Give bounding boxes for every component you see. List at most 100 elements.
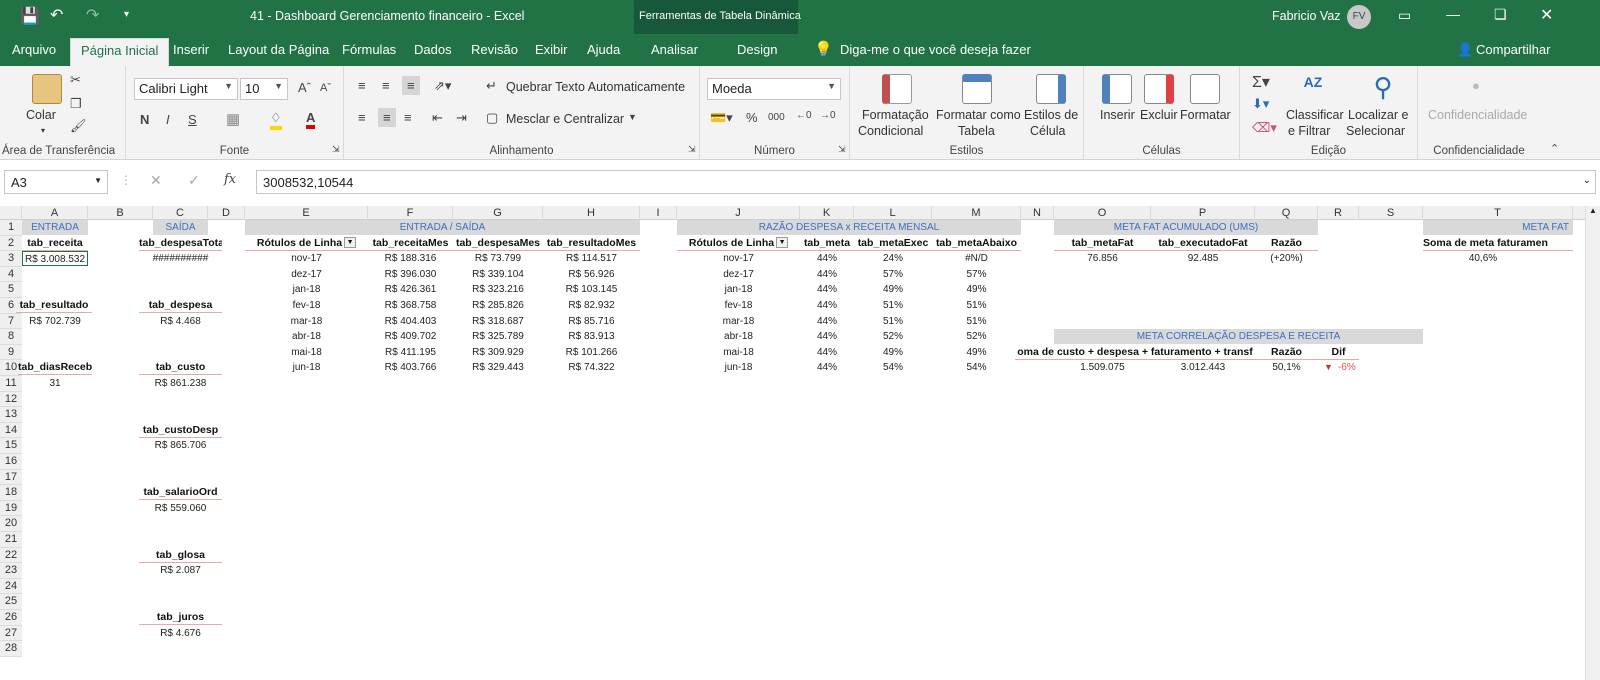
razao-cell[interactable]: 51% — [932, 298, 1021, 313]
es-cell[interactable]: R$ 74.322 — [543, 360, 640, 375]
enter-icon[interactable]: ✓ — [188, 172, 200, 189]
collapse-ribbon-icon[interactable]: ⌃ — [1550, 142, 1559, 155]
razao-cell[interactable]: 49% — [854, 282, 932, 297]
borders-icon[interactable]: ▦ — [226, 110, 240, 128]
tab-layout[interactable]: Layout da Página — [228, 42, 329, 57]
grow-font-icon[interactable]: Aˆ — [298, 80, 311, 95]
razao-cell[interactable]: #N/D — [932, 251, 1021, 266]
razao-cell[interactable]: 49% — [932, 282, 1021, 297]
razao-cell[interactable]: 51% — [854, 298, 932, 313]
razao-cell[interactable]: 44% — [800, 314, 854, 329]
es-cell[interactable]: R$ 403.766 — [368, 360, 453, 375]
conditional-format-icon[interactable] — [882, 74, 912, 104]
number-format-combo[interactable]: Moeda ▼ — [707, 78, 841, 100]
tell-me-search[interactable]: Diga-me o que você deseja fazer — [840, 42, 1031, 57]
vertical-scrollbar[interactable]: ▲ — [1585, 206, 1600, 680]
insert-cells-button[interactable]: Inserir — [1100, 108, 1135, 123]
cell-styles-line1[interactable]: Estilos de — [1024, 108, 1078, 123]
saida-value[interactable]: R$ 2.087 — [139, 563, 222, 578]
paste-button[interactable]: Colar — [26, 108, 56, 123]
bold-button[interactable]: N — [140, 112, 149, 127]
sort-filter-line1[interactable]: Classificar — [1286, 108, 1344, 123]
razao-cell[interactable]: abr-18 — [677, 329, 800, 344]
sort-filter-icon[interactable]: AZ — [1298, 74, 1328, 104]
tab-pagina-inicial[interactable]: Página Inicial — [70, 38, 170, 66]
font-name-combo[interactable]: Calibri Light ▼ — [134, 78, 238, 100]
merge-dropdown-icon[interactable]: ▼ — [628, 112, 637, 122]
metafat-value[interactable]: (+20%) — [1255, 251, 1318, 266]
undo-icon[interactable]: ↶ — [50, 5, 63, 25]
font-color-icon[interactable]: A — [306, 110, 316, 129]
find-select-line1[interactable]: Localizar e — [1348, 108, 1408, 123]
razao-cell[interactable]: 44% — [800, 345, 854, 360]
format-table-line1[interactable]: Formatar como — [936, 108, 1021, 123]
razao-cell[interactable]: mar-18 — [677, 314, 800, 329]
merge-center-button[interactable]: Mesclar e Centralizar — [506, 112, 624, 127]
minimize-icon[interactable]: — — [1446, 6, 1460, 22]
increase-indent-icon[interactable]: ⇥ — [456, 110, 467, 126]
avatar[interactable]: FV — [1347, 5, 1371, 29]
metafat2-value[interactable]: 40,6% — [1423, 251, 1543, 266]
razao-cell[interactable]: 44% — [800, 267, 854, 282]
saida-value[interactable]: R$ 559.060 — [139, 501, 222, 516]
conditional-format-line1[interactable]: Formatação — [862, 108, 929, 123]
cell-styles-icon[interactable] — [1036, 74, 1066, 104]
redo-icon[interactable]: ↷ — [86, 5, 99, 25]
razao-cell[interactable]: 54% — [854, 360, 932, 375]
decrease-indent-icon[interactable]: ⇤ — [432, 110, 443, 126]
es-cell[interactable]: R$ 309.929 — [453, 345, 543, 360]
es-cell[interactable]: R$ 325.789 — [453, 329, 543, 344]
expand-formula-icon[interactable]: ⌄ — [1583, 175, 1591, 186]
es-cell[interactable]: R$ 409.702 — [368, 329, 453, 344]
es-cell[interactable]: R$ 285.826 — [453, 298, 543, 313]
razao-cell[interactable]: fev-18 — [677, 298, 800, 313]
razao-cell[interactable]: nov-17 — [677, 251, 800, 266]
entrada-value[interactable]: R$ 3.008.532 — [22, 251, 88, 267]
filter-dropdown-icon[interactable]: ▼ — [344, 237, 357, 249]
format-table-icon[interactable] — [962, 74, 992, 104]
razao-cell[interactable]: mai-18 — [677, 345, 800, 360]
tab-design[interactable]: Design — [737, 42, 777, 57]
es-cell[interactable]: R$ 411.195 — [368, 345, 453, 360]
razao-cell[interactable]: 44% — [800, 251, 854, 266]
razao-cell[interactable]: 49% — [932, 345, 1021, 360]
es-cell[interactable]: R$ 368.758 — [368, 298, 453, 313]
scroll-up-icon[interactable]: ▲ — [1589, 206, 1597, 215]
comma-button[interactable]: 000 — [768, 112, 785, 123]
razao-cell[interactable]: 54% — [932, 360, 1021, 375]
customize-qat-icon[interactable]: ▾ — [124, 9, 129, 20]
ribbon-display-icon[interactable]: ▭ — [1398, 7, 1411, 24]
align-center-icon[interactable]: ≡ — [378, 108, 396, 127]
name-box[interactable]: A3 ▼ — [4, 170, 108, 194]
font-size-combo[interactable]: 10 ▼ — [240, 78, 288, 100]
entrada-value[interactable]: 31 — [22, 376, 88, 391]
insert-function-icon[interactable]: fx — [224, 172, 236, 187]
razao-cell[interactable]: 52% — [854, 329, 932, 344]
es-cell[interactable]: R$ 426.361 — [368, 282, 453, 297]
saida-value[interactable]: R$ 4.468 — [139, 314, 222, 329]
es-cell[interactable]: R$ 101.266 — [543, 345, 640, 360]
user-name[interactable]: Fabricio Vaz — [1272, 9, 1341, 23]
es-cell[interactable]: fev-18 — [245, 298, 368, 313]
razao-cell[interactable]: dez-17 — [677, 267, 800, 282]
underline-button[interactable]: S — [188, 112, 197, 127]
metacorr-value[interactable]: 50,1% — [1255, 360, 1318, 375]
entrada-value[interactable]: R$ 702.739 — [22, 314, 88, 329]
clear-icon[interactable]: ⌫▾ — [1252, 120, 1277, 136]
es-cell[interactable]: R$ 329.443 — [453, 360, 543, 375]
close-icon[interactable]: ✕ — [1540, 5, 1553, 25]
razao-cell[interactable]: 44% — [800, 282, 854, 297]
delete-cells-icon[interactable] — [1144, 74, 1174, 104]
decrease-decimal-icon[interactable]: →0 — [820, 110, 836, 121]
razao-cell[interactable]: 44% — [800, 298, 854, 313]
es-cell[interactable]: abr-18 — [245, 329, 368, 344]
metacorr-value[interactable]: 1.509.075 — [1054, 360, 1151, 375]
percent-button[interactable]: % — [746, 110, 758, 125]
format-cells-button[interactable]: Formatar — [1180, 108, 1231, 123]
es-cell[interactable]: dez-17 — [245, 267, 368, 282]
shrink-font-icon[interactable]: Aˇ — [320, 82, 331, 94]
tab-ajuda[interactable]: Ajuda — [587, 42, 620, 57]
confidentiality-button[interactable]: Confidencialidade — [1428, 108, 1527, 123]
find-select-line2[interactable]: Selecionar — [1346, 124, 1405, 139]
razao-cell[interactable]: 57% — [854, 267, 932, 282]
